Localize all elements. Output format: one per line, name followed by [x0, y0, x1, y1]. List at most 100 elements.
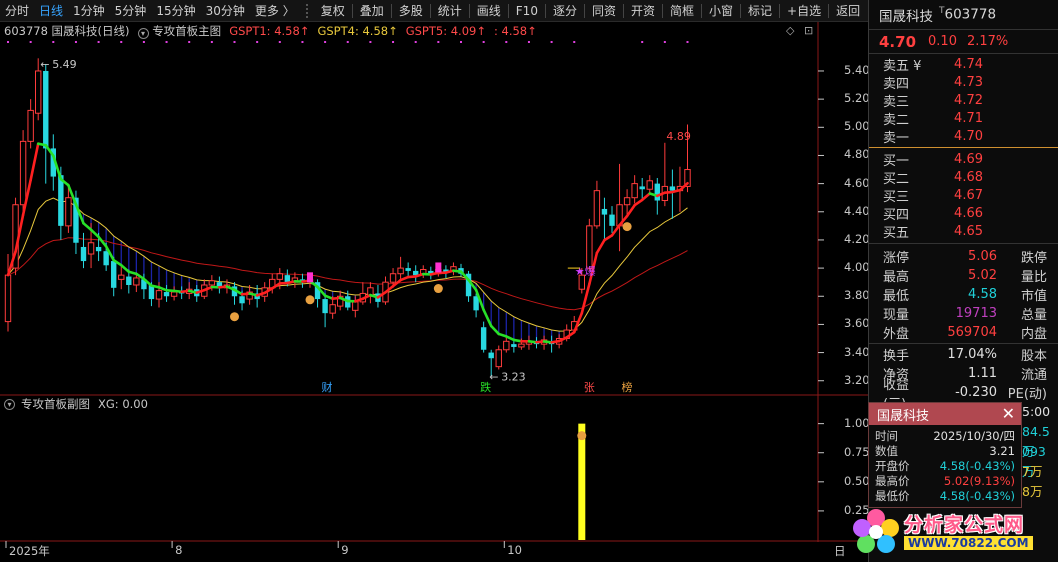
ask-price: 4.71: [954, 110, 983, 126]
order-book-buy-row[interactable]: 买三 4.67: [869, 186, 1058, 205]
signal-dot: [210, 41, 213, 43]
order-book-sell-row[interactable]: 卖三 4.72: [869, 91, 1058, 110]
order-book-sell-row[interactable]: 卖一 4.70: [869, 127, 1058, 146]
order-book-buy-row[interactable]: 买五 4.65: [869, 222, 1058, 241]
signal-dot: [482, 41, 485, 43]
candle-body: [503, 340, 510, 351]
stat-label: 最高: [883, 270, 910, 285]
settings-circle-icon[interactable]: ▾: [137, 28, 149, 39]
period-tab[interactable]: 日线: [34, 0, 68, 22]
popup-title: 国晟科技 ✕: [869, 403, 1021, 425]
stat-label: 外盘: [883, 327, 910, 342]
toolbar-button[interactable]: 统计: [433, 0, 467, 22]
chart-area[interactable]: ← 5.494.89← 3.23★爆财跌张榜: [0, 0, 868, 562]
candle-body: [518, 343, 525, 348]
toolbar-button[interactable]: +自选: [782, 0, 826, 22]
candle-body: [601, 208, 608, 215]
toolbar-button[interactable]: 简框: [665, 0, 699, 22]
order-book-sell-row[interactable]: 卖四 4.73: [869, 73, 1058, 92]
period-tab[interactable]: 1分钟: [68, 0, 110, 22]
candlesticks[interactable]: [4, 58, 691, 377]
ask-price: 4.72: [954, 92, 983, 108]
sub-tick-label: 0.75: [844, 444, 870, 459]
toolbar-button[interactable]: 逐分: [548, 0, 582, 22]
signal-dot: [414, 41, 417, 43]
popup-row: 最高价 5.02(9.13%): [869, 473, 1021, 488]
toolbar-separator: [390, 3, 392, 18]
candle-body: [65, 197, 72, 227]
ma-segment: [89, 228, 100, 239]
candle-body: [639, 186, 645, 190]
toolbar-separator: [429, 3, 431, 18]
toolbar-button[interactable]: 同资: [587, 0, 621, 22]
sub-settings-circle-icon[interactable]: ▾: [4, 398, 15, 410]
diamond-icon[interactable]: ◇: [786, 24, 794, 37]
ask-label: 卖四: [883, 76, 910, 92]
candle-body: [511, 344, 517, 347]
gspt1-value: GSPT1: 4.58↑: [229, 24, 310, 38]
extra-value: : 4.58↑: [493, 24, 537, 38]
tag-die: 跌: [480, 380, 491, 394]
info-popup[interactable]: 国晟科技 ✕ 时间 2025/10/30/四 数值 3.21 开盘价 4.58(-0.43…: [868, 402, 1022, 508]
order-book-sell-row[interactable]: 卖二 4.71: [869, 109, 1058, 128]
toolbar-button[interactable]: F10: [511, 0, 543, 22]
candle-body: [103, 251, 109, 266]
toolbar-separator: [507, 3, 509, 18]
toolbar-separator: [544, 3, 546, 18]
candle-body: [389, 273, 397, 283]
period-tab[interactable]: 更多 〉: [250, 0, 300, 22]
order-book-buy-row[interactable]: 买二 4.68: [869, 168, 1058, 187]
signal-dot: [142, 41, 145, 43]
period-tab[interactable]: 15分钟: [151, 0, 200, 22]
candle-body: [623, 197, 631, 206]
popup-rows: 时间 2025/10/30/四 数值 3.21 开盘价 4.58(-0.43%) 最高价 5.…: [869, 425, 1021, 503]
arrow-icon: ←: [40, 58, 49, 71]
toolbar-button[interactable]: 叠加: [355, 0, 389, 22]
period-tab[interactable]: 30分钟: [201, 0, 250, 22]
collapse-icon[interactable]: ⊡: [804, 24, 813, 37]
signal-dot: [437, 41, 440, 43]
period-tab[interactable]: 分时: [0, 0, 34, 22]
close-icon[interactable]: ✕: [1002, 404, 1015, 423]
candle-body: [329, 304, 336, 314]
candle-body: [118, 274, 125, 280]
price-tick-label: 5.40: [844, 62, 870, 77]
popup-label: 时间: [875, 428, 898, 443]
order-book-buy-row[interactable]: 买一 4.69: [869, 150, 1058, 169]
candle-body: [480, 327, 487, 350]
signal-star: ★爆: [575, 264, 596, 278]
order-book-buy-row[interactable]: 买四 4.66: [869, 204, 1058, 223]
chart-window-controls: ◇ ⊡: [786, 24, 813, 37]
stats-row: 收益(三)-0.230PE(动): [869, 378, 1058, 412]
popup-label: 数值: [875, 443, 898, 458]
toolbar-button[interactable]: 标记: [743, 0, 777, 22]
signal-dot: [97, 41, 100, 43]
signal-dot: [7, 41, 9, 43]
indicator-name[interactable]: ▾ 专攻首板主图: [137, 23, 221, 39]
ma-segment: [610, 223, 621, 237]
candle-body: [669, 186, 676, 191]
signal-dot: [573, 41, 576, 43]
stats-row: 外盘 569704 内盘: [869, 323, 1058, 342]
stat-label-2: 市值: [1020, 289, 1047, 304]
order-book-sell-row[interactable]: 卖五 ¥ 4.74: [869, 55, 1058, 74]
toolbar-button[interactable]: 画线: [472, 0, 506, 22]
period-tab[interactable]: 5分钟: [110, 0, 152, 22]
stats-row: 换手 17.04% 股本: [869, 345, 1058, 364]
period-toolbar: 分时 日线 1分钟 5分钟 15分钟 30分钟 更多 〉复权 叠加 多股 统计 画线 F10 逐分 同资开…: [0, 0, 868, 22]
stat-value: 5.02: [968, 268, 997, 283]
ask-label: 卖二: [883, 112, 910, 128]
price-tick-label: 3.80: [844, 288, 870, 303]
ma-segment: [97, 235, 108, 248]
toolbar-button[interactable]: 复权: [316, 0, 350, 22]
axis-ticks: [5, 70, 824, 548]
toolbar-button[interactable]: 小窗: [704, 0, 738, 22]
toolbar-button[interactable]: 多股: [394, 0, 428, 22]
toolbar-button[interactable]: 返回: [831, 0, 865, 22]
watermark-text: 分析家公式网: [904, 514, 1025, 536]
toolbar-button[interactable]: 开资: [626, 0, 660, 22]
candle-body: [111, 261, 117, 288]
ask-price: 4.70: [954, 128, 983, 144]
signal-dot: [120, 41, 123, 43]
candle-body: [276, 273, 284, 280]
